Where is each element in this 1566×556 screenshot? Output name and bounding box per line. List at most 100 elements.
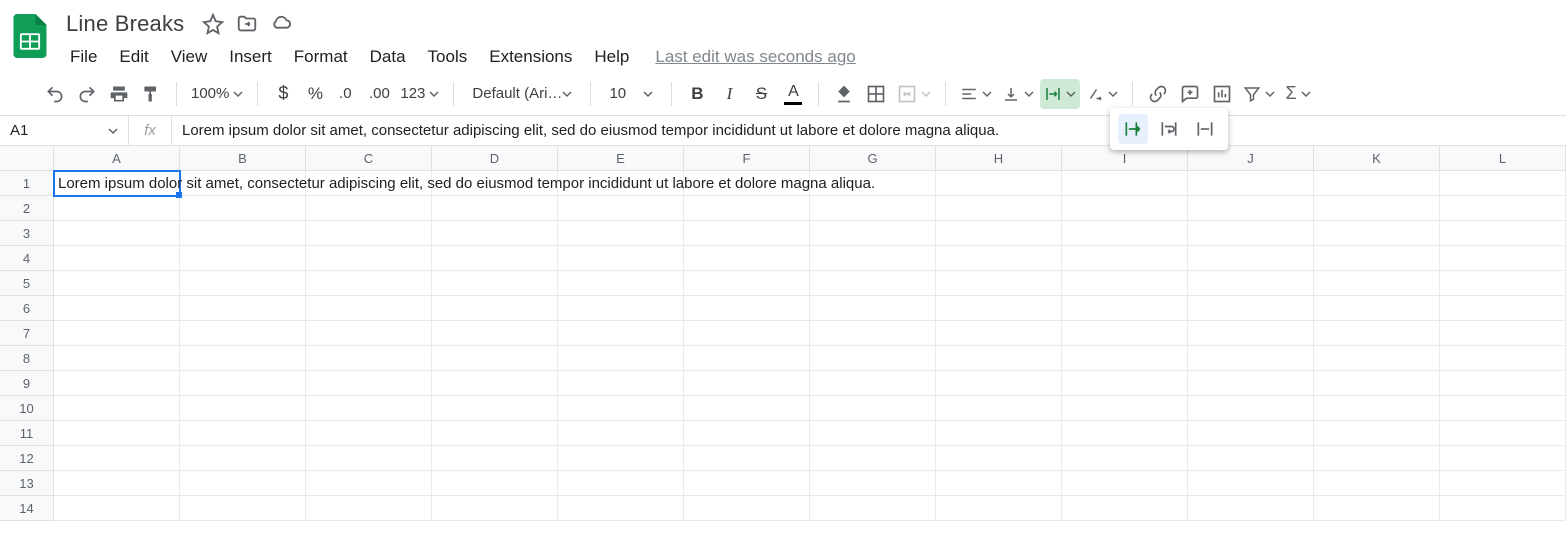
cell[interactable] [810,196,936,221]
cell[interactable] [684,171,810,196]
cell[interactable] [1062,171,1188,196]
cell[interactable] [1314,246,1440,271]
cell[interactable] [54,196,180,221]
cell[interactable] [54,471,180,496]
cell[interactable] [1440,296,1566,321]
cell[interactable] [432,246,558,271]
cell[interactable] [306,371,432,396]
cell[interactable] [684,496,810,521]
cell[interactable] [810,221,936,246]
cell[interactable] [810,446,936,471]
cell[interactable] [1440,371,1566,396]
cell[interactable] [810,471,936,496]
print-button[interactable] [104,79,134,109]
cell[interactable] [306,246,432,271]
cell[interactable] [180,396,306,421]
cell[interactable] [558,496,684,521]
cell[interactable] [306,296,432,321]
cell[interactable] [684,321,810,346]
cell[interactable] [432,321,558,346]
cell[interactable] [1062,246,1188,271]
cell[interactable] [1440,446,1566,471]
borders-button[interactable] [861,79,891,109]
cell[interactable] [306,271,432,296]
cloud-status-icon[interactable] [270,13,292,35]
cell[interactable] [306,496,432,521]
redo-button[interactable] [72,79,102,109]
row-header[interactable]: 3 [0,221,54,246]
cell[interactable] [1188,171,1314,196]
cell-A1[interactable]: Lorem ipsum dolor sit amet, consectetur … [54,171,180,196]
cell[interactable] [432,371,558,396]
functions-button[interactable]: Σ [1281,79,1314,109]
name-box[interactable]: A1 [0,122,128,139]
cell[interactable] [936,221,1062,246]
cell[interactable] [180,496,306,521]
cell[interactable] [1062,196,1188,221]
cell[interactable] [1440,221,1566,246]
cell[interactable] [1188,346,1314,371]
app-logo[interactable] [0,8,60,58]
cell[interactable] [936,296,1062,321]
cell[interactable] [558,371,684,396]
vertical-align-button[interactable] [998,79,1038,109]
cell[interactable] [54,371,180,396]
col-header[interactable]: F [684,146,810,171]
formula-input[interactable]: Lorem ipsum dolor sit amet, consectetur … [172,122,1566,139]
cell[interactable] [936,346,1062,371]
filter-button[interactable] [1239,79,1279,109]
cell[interactable] [1188,321,1314,346]
row-header[interactable]: 13 [0,471,54,496]
col-header[interactable]: G [810,146,936,171]
cell[interactable] [1314,221,1440,246]
menu-tools[interactable]: Tools [418,43,478,71]
wrap-clip-button[interactable] [1190,114,1220,144]
row-header[interactable]: 5 [0,271,54,296]
cell[interactable] [1440,271,1566,296]
cell[interactable] [432,471,558,496]
row-header[interactable]: 1 [0,171,54,196]
cell[interactable] [1062,271,1188,296]
row-header[interactable]: 11 [0,421,54,446]
font-family-dropdown[interactable]: Default (Ari… [464,79,580,109]
cell[interactable] [684,421,810,446]
cell[interactable] [1062,296,1188,321]
cell[interactable] [54,421,180,446]
cell[interactable] [936,321,1062,346]
cell[interactable] [1440,471,1566,496]
cell[interactable] [432,421,558,446]
cell[interactable] [558,171,684,196]
increase-decimal-button[interactable]: .00 [364,79,394,109]
strikethrough-button[interactable]: S [746,79,776,109]
cell[interactable] [54,246,180,271]
cell[interactable] [558,321,684,346]
cell[interactable] [936,446,1062,471]
col-header[interactable]: K [1314,146,1440,171]
cell[interactable] [180,346,306,371]
col-header[interactable]: B [180,146,306,171]
cell[interactable] [180,321,306,346]
insert-link-button[interactable] [1143,79,1173,109]
cell[interactable] [1314,321,1440,346]
cell[interactable] [1188,496,1314,521]
cell[interactable] [1440,346,1566,371]
cell[interactable] [306,346,432,371]
cell[interactable] [180,196,306,221]
cell[interactable] [306,171,432,196]
cell[interactable] [1188,396,1314,421]
cell[interactable] [1188,371,1314,396]
cell[interactable] [54,446,180,471]
cell[interactable] [180,246,306,271]
cell[interactable] [306,421,432,446]
col-header[interactable]: D [432,146,558,171]
cell[interactable] [1062,221,1188,246]
insert-chart-button[interactable] [1207,79,1237,109]
cell[interactable] [936,171,1062,196]
row-header[interactable]: 7 [0,321,54,346]
cell[interactable] [558,271,684,296]
cell[interactable] [1440,496,1566,521]
cell[interactable] [54,346,180,371]
currency-button[interactable]: $ [268,79,298,109]
cell[interactable] [684,396,810,421]
cell[interactable] [1314,471,1440,496]
